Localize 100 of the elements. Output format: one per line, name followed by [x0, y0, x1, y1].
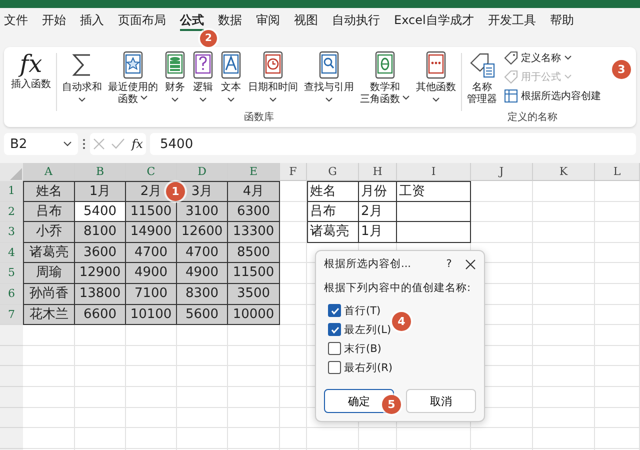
empty-cell	[595, 428, 640, 449]
menu-tab[interactable]: 文件	[4, 11, 28, 31]
empty-cell	[595, 242, 640, 264]
ribbon-command[interactable]: 根据所选内容创建	[504, 88, 601, 104]
row-header[interactable]: 3	[0, 222, 23, 243]
function-category-button[interactable]: 其他函数	[413, 47, 459, 110]
magnifier-book-icon	[318, 51, 340, 79]
checkbox[interactable]	[328, 342, 341, 355]
column-header[interactable]: L	[595, 163, 640, 181]
ribbon-command[interactable]: 定义名称	[504, 50, 601, 66]
function-category-button[interactable]: 最近使用的 函数	[105, 47, 161, 110]
check-icon[interactable]	[111, 138, 126, 150]
table-cell: 吕布	[23, 202, 75, 222]
empty-cell	[533, 202, 595, 222]
function-category-button[interactable]: 自动求和	[59, 47, 105, 110]
empty-cell	[471, 222, 533, 243]
help-button[interactable]: ?	[439, 258, 459, 270]
function-category-button[interactable]: 数学和 三角函数	[357, 47, 413, 110]
row-header[interactable]: 7	[0, 304, 23, 326]
row-header[interactable]	[0, 366, 23, 387]
empty-cell	[126, 366, 177, 387]
column-header[interactable]: B	[75, 163, 126, 181]
cancel-icon[interactable]	[93, 138, 106, 150]
empty-cell	[533, 242, 595, 264]
empty-cell	[177, 366, 228, 387]
empty-cell	[595, 222, 640, 243]
checkbox-label: 首行(T)	[344, 304, 381, 318]
name-manager-button[interactable]: 名称 管理器	[464, 47, 500, 110]
checkbox[interactable]	[328, 304, 341, 317]
empty-cell	[228, 386, 280, 408]
row-header[interactable]: 4	[0, 242, 23, 264]
table-cell: 诸葛亮	[23, 242, 75, 264]
column-header[interactable]: J	[471, 163, 533, 181]
table-cell: 工资	[397, 181, 471, 202]
table-cell: 5400	[75, 202, 126, 222]
tag-icon	[504, 51, 518, 65]
table-cell: 4900	[177, 263, 228, 284]
empty-cell	[533, 386, 595, 408]
menu-tab[interactable]: Excel自学成才	[394, 11, 474, 31]
row-header[interactable]	[0, 325, 23, 346]
table-cell: 3100	[177, 202, 228, 222]
formula-input[interactable]: 5400	[150, 133, 636, 155]
dialog-button[interactable]: 取消	[406, 389, 476, 413]
step-number-badge: 2	[200, 30, 217, 47]
menu-tab[interactable]: 数据	[218, 11, 242, 31]
table-cell: 4700	[126, 242, 177, 264]
table-cell: 12600	[177, 222, 228, 243]
insert-function-button[interactable]: fx 插入函数	[8, 47, 54, 127]
menu-tab[interactable]: 开发工具	[488, 11, 536, 31]
column-header[interactable]: G	[307, 163, 359, 181]
menu-tab[interactable]: 插入	[80, 11, 104, 31]
column-header[interactable]: A	[23, 163, 75, 181]
menu-tab[interactable]: 帮助	[550, 11, 574, 31]
step-number-badge: 4	[392, 312, 411, 331]
close-icon[interactable]	[465, 258, 476, 270]
menu-tab[interactable]: 页面布局	[118, 11, 166, 31]
empty-cell	[75, 325, 126, 346]
table-cell: 4月	[228, 181, 280, 202]
menu-tab[interactable]: 自动执行	[332, 11, 380, 31]
menu-tab[interactable]: 开始	[42, 11, 66, 31]
empty-cell	[280, 408, 307, 428]
column-header[interactable]: C	[126, 163, 177, 181]
empty-cell	[471, 202, 533, 222]
empty-cell	[595, 408, 640, 428]
empty-cell	[126, 325, 177, 346]
row-header[interactable]	[0, 408, 23, 428]
column-header[interactable]: I	[397, 163, 471, 181]
row-header[interactable]: 2	[0, 202, 23, 222]
empty-cell	[75, 428, 126, 449]
row-header[interactable]: 1	[0, 181, 23, 202]
column-header[interactable]: F	[280, 163, 307, 181]
checkbox[interactable]	[328, 361, 341, 374]
row-header[interactable]	[0, 386, 23, 408]
row-header[interactable]	[0, 346, 23, 366]
checkbox[interactable]	[328, 323, 341, 336]
menu-tab[interactable]: 视图	[294, 11, 318, 31]
row-header[interactable]: 6	[0, 284, 23, 305]
function-category-button[interactable]: 查找与引用	[301, 47, 357, 110]
insert-function-button[interactable]: fx	[132, 137, 143, 151]
name-box[interactable]: B2	[4, 133, 78, 155]
function-category-button[interactable]: 财务	[161, 47, 189, 110]
column-header[interactable]: E	[228, 163, 280, 181]
table-cell: 14900	[126, 222, 177, 243]
table-cell: 月份	[359, 181, 397, 202]
empty-cell	[533, 263, 595, 284]
empty-cell	[595, 386, 640, 408]
empty-cell	[533, 366, 595, 387]
function-category-button[interactable]: 逻辑	[189, 47, 217, 110]
column-header[interactable]: D	[177, 163, 228, 181]
menu-tab[interactable]: 审阅	[256, 11, 280, 31]
column-header[interactable]: H	[359, 163, 397, 181]
empty-cell	[75, 408, 126, 428]
function-category-button[interactable]: 文本	[217, 47, 245, 110]
empty-cell	[533, 325, 595, 346]
column-header[interactable]: K	[533, 163, 595, 181]
function-category-button[interactable]: 日期和时间	[245, 47, 301, 110]
empty-cell	[126, 386, 177, 408]
row-header[interactable]	[0, 428, 23, 449]
empty-cell	[307, 428, 359, 449]
row-header[interactable]: 5	[0, 263, 23, 284]
